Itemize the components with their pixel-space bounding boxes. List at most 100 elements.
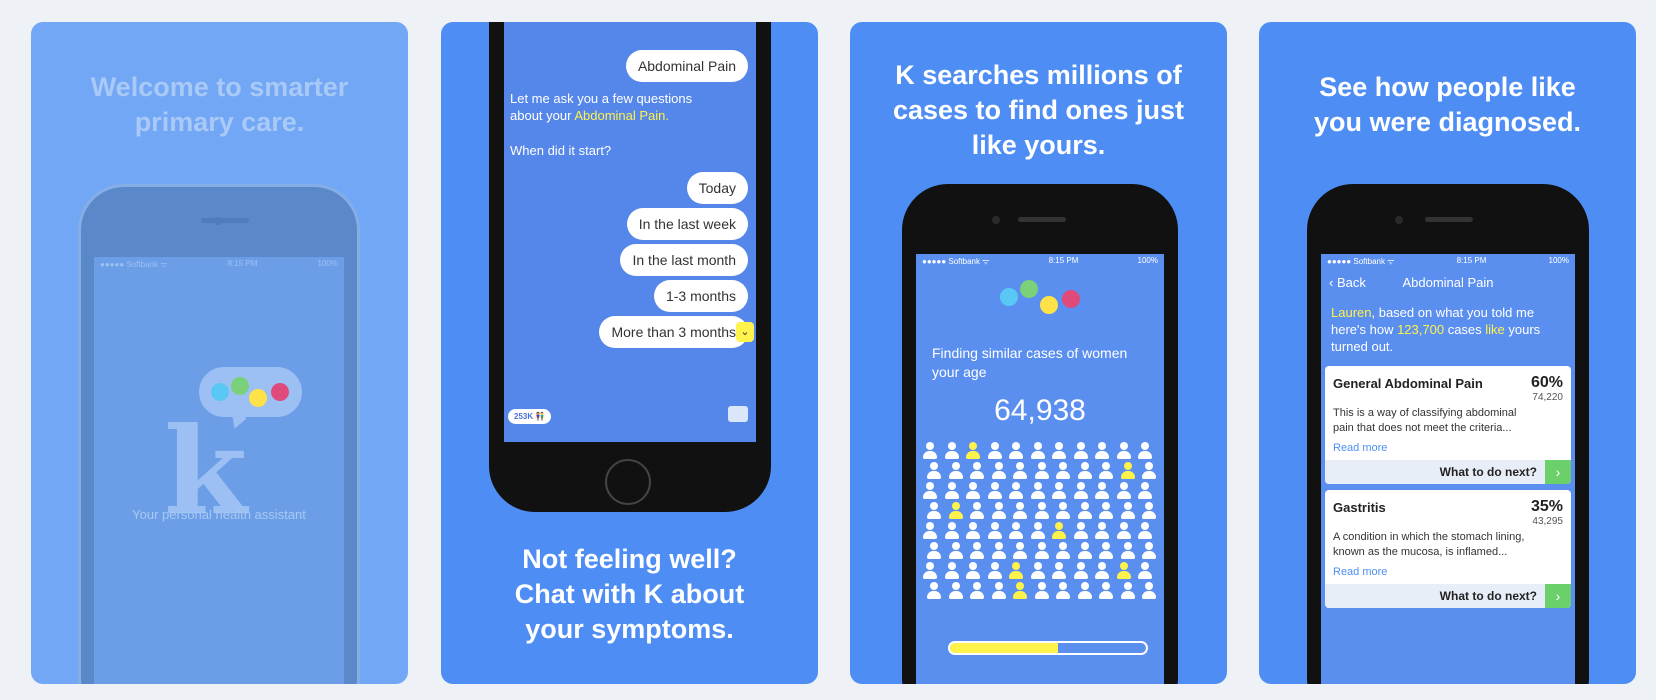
results-intro: Lauren, based on what you told me here's… <box>1331 305 1541 354</box>
person-icon <box>944 442 960 460</box>
read-more-link[interactable]: Read more <box>1333 566 1387 578</box>
option-today[interactable]: Today <box>686 172 748 204</box>
diagnosis-count: 74,220 <box>1532 392 1563 403</box>
person-icon <box>1051 562 1067 580</box>
person-icon <box>1012 462 1028 480</box>
person-icon <box>1030 482 1046 500</box>
option-more-than-3-months[interactable]: More than 3 months <box>599 316 748 348</box>
chevron-down-icon[interactable]: ⌄ <box>736 322 754 342</box>
person-icon <box>1098 502 1114 520</box>
person-icon <box>1116 562 1132 580</box>
person-icon <box>1034 582 1050 600</box>
person-icon <box>948 462 964 480</box>
option-last-week[interactable]: In the last week <box>626 208 748 240</box>
chat-icon[interactable] <box>728 406 748 422</box>
person-icon <box>1055 502 1071 520</box>
camera-icon <box>1395 216 1403 224</box>
panel-headline: K searches millions of cases to find one… <box>892 60 1185 160</box>
person-icon <box>1073 562 1089 580</box>
nav-title: Abdominal Pain <box>1402 275 1494 290</box>
person-icon <box>922 442 938 460</box>
bot-question: When did it start? <box>510 143 612 158</box>
status-bar: ●●●●● Softbank ᯤ 8:15 PM 100% <box>922 256 1158 266</box>
person-icon <box>991 542 1007 560</box>
person-icon <box>991 582 1007 600</box>
person-icon <box>1141 502 1157 520</box>
color-dot <box>249 389 267 407</box>
person-icon <box>926 582 942 600</box>
person-icon <box>1094 562 1110 580</box>
person-icon <box>1094 442 1110 460</box>
person-icon <box>1120 502 1136 520</box>
person-icon <box>944 562 960 580</box>
phone-screen: Abdominal Pain Let me ask you a few ques… <box>504 22 756 442</box>
diagnosis-card[interactable]: General Abdominal Pain 60% 74,220 This i… <box>1325 366 1571 484</box>
person-icon <box>1116 482 1132 500</box>
person-icon <box>922 482 938 500</box>
person-icon <box>1077 542 1093 560</box>
person-icon <box>1077 462 1093 480</box>
person-icon <box>926 462 942 480</box>
person-icon <box>969 582 985 600</box>
chevron-right-icon[interactable]: › <box>1545 460 1571 484</box>
person-icon <box>1141 462 1157 480</box>
person-icon <box>1012 502 1028 520</box>
person-icon <box>991 462 1007 480</box>
user-count-badge[interactable]: 253K 👫 <box>508 409 552 424</box>
tagline: Your personal health assistant <box>132 507 306 522</box>
person-icon <box>965 442 981 460</box>
person-icon <box>1051 522 1067 540</box>
speaker-grille <box>1018 217 1066 222</box>
person-icon <box>948 542 964 560</box>
what-to-do-next-button[interactable]: What to do next? <box>1325 584 1571 608</box>
person-icon <box>1137 522 1153 540</box>
person-icon <box>1030 522 1046 540</box>
person-icon <box>1120 462 1136 480</box>
person-icon <box>1055 542 1071 560</box>
option-1-3-months[interactable]: 1-3 months <box>653 280 748 312</box>
person-icon <box>987 442 1003 460</box>
phone-frame: ●●●●● Softbank ᯤ 8:15 PM 100% ‹ Back Abd… <box>1307 184 1589 684</box>
status-bar: ●●●●● Softbank ᯤ 8:15 PM 100% <box>1327 256 1569 266</box>
diagnosis-count: 43,295 <box>1532 516 1563 527</box>
person-icon <box>1141 542 1157 560</box>
screenshot-panel-welcome: Welcome to smarter primary care. ●●●●● S… <box>31 22 408 684</box>
person-icon <box>922 522 938 540</box>
person-icon <box>1073 522 1089 540</box>
person-icon <box>1098 582 1114 600</box>
person-icon <box>1008 522 1024 540</box>
case-count: 64,938 <box>994 394 1086 427</box>
person-icon <box>1008 442 1024 460</box>
person-icon <box>1008 482 1024 500</box>
person-icon <box>926 502 942 520</box>
person-icon <box>987 562 1003 580</box>
person-icon <box>944 522 960 540</box>
panel-headline: Welcome to smarter primary care. <box>90 72 349 137</box>
person-icon <box>987 522 1003 540</box>
diagnosis-percent: 35% <box>1530 498 1563 515</box>
what-to-do-next-button[interactable]: What to do next? <box>1325 460 1571 484</box>
person-icon <box>969 542 985 560</box>
chevron-right-icon[interactable]: › <box>1545 584 1571 608</box>
person-icon <box>1055 582 1071 600</box>
person-icon <box>1012 542 1028 560</box>
speaker-grille <box>1425 217 1473 222</box>
home-button[interactable] <box>605 459 651 505</box>
person-icon <box>922 562 938 580</box>
person-icon <box>1008 562 1024 580</box>
person-icon <box>1077 582 1093 600</box>
screenshot-panel-chat: Abdominal Pain Let me ask you a few ques… <box>441 22 818 684</box>
person-icon <box>1098 542 1114 560</box>
status-bar: ●●●●● Softbank ᯤ 8:15 PM 100% <box>100 259 338 269</box>
diagnosis-card[interactable]: Gastritis 35% 43,295 A condition in whic… <box>1325 490 1571 608</box>
option-last-month[interactable]: In the last month <box>620 244 748 276</box>
person-icon <box>1094 522 1110 540</box>
read-more-link[interactable]: Read more <box>1333 442 1387 454</box>
screenshot-panel-search: K searches millions of cases to find one… <box>850 22 1227 684</box>
selected-symptom-chip[interactable]: Abdominal Pain <box>625 50 748 82</box>
diagnosis-description: This is a way of classifying abdominal p… <box>1333 407 1517 434</box>
person-icon <box>1120 582 1136 600</box>
person-icon <box>1034 462 1050 480</box>
person-icon <box>1141 582 1157 600</box>
person-icon <box>987 482 1003 500</box>
